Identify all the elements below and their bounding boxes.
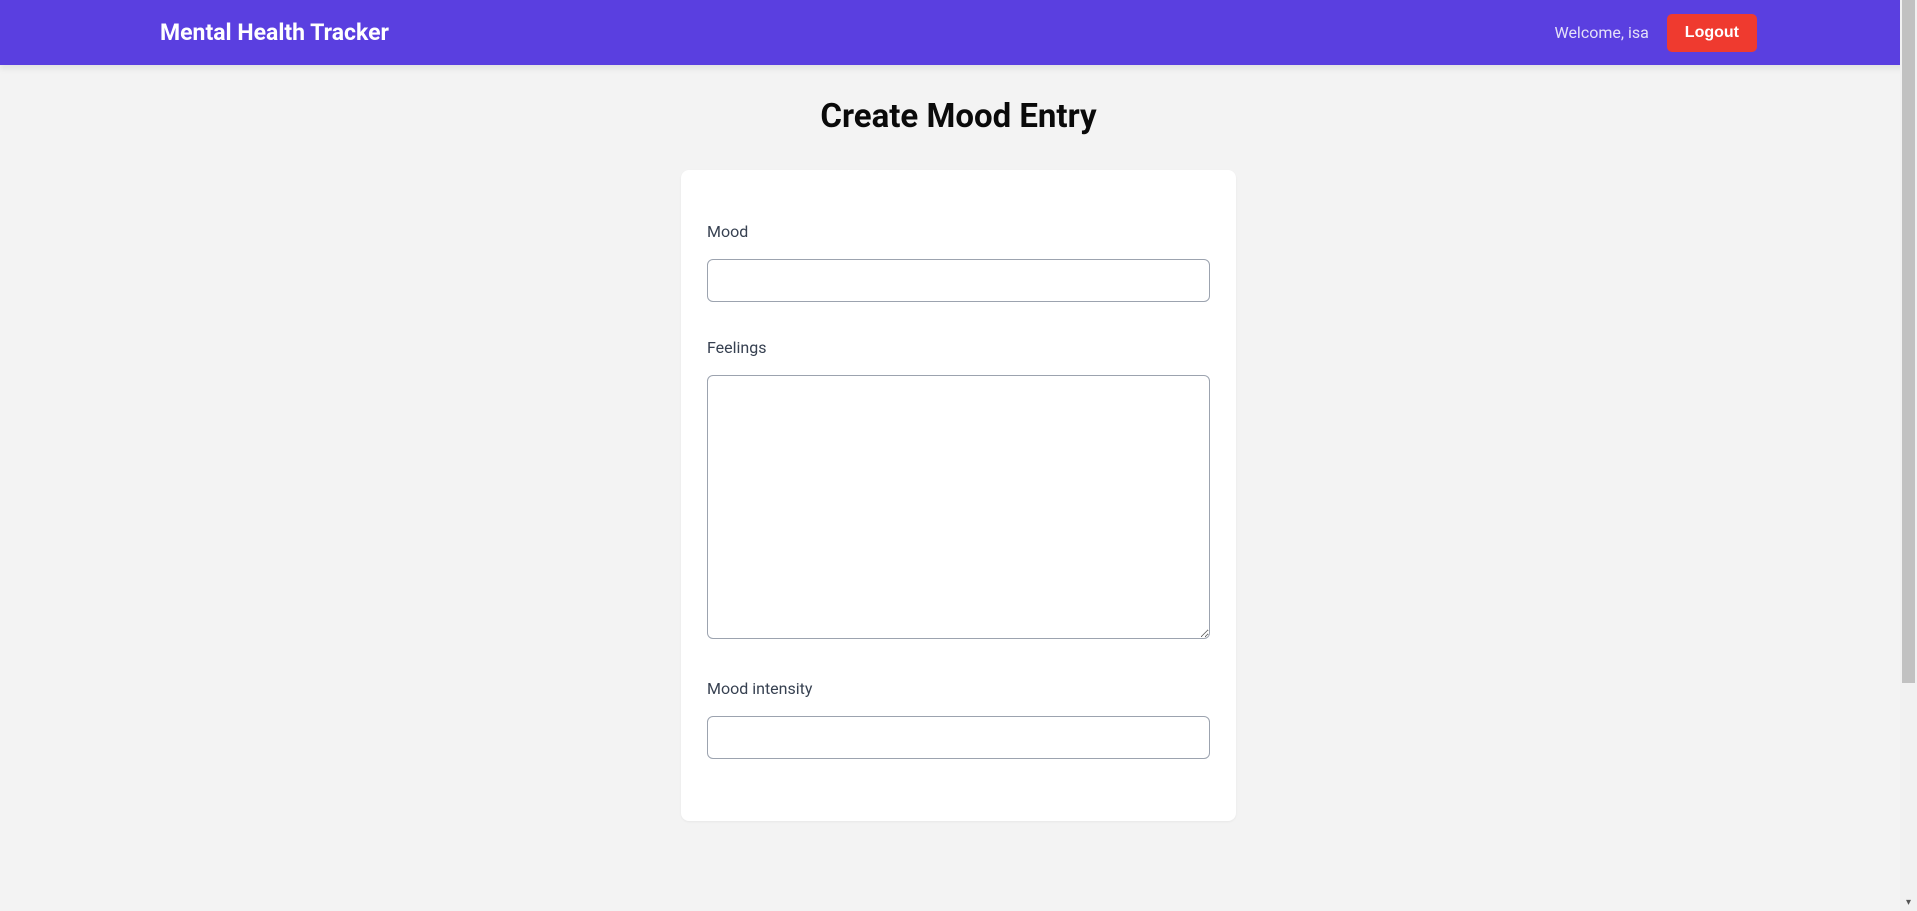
mood-intensity-label: Mood intensity xyxy=(707,679,1210,698)
feelings-group: Feelings xyxy=(707,338,1210,643)
main-container: Create Mood Entry Mood Feelings Mood int… xyxy=(319,97,1599,821)
app-header: Mental Health Tracker Welcome, isa Logou… xyxy=(0,0,1917,65)
welcome-text: Welcome, isa xyxy=(1554,23,1648,42)
mood-label: Mood xyxy=(707,222,1210,241)
form-card: Mood Feelings Mood intensity xyxy=(681,170,1236,821)
header-right: Welcome, isa Logout xyxy=(1554,14,1877,52)
header-left: Mental Health Tracker xyxy=(40,19,389,46)
scrollbar-thumb[interactable] xyxy=(1902,0,1915,683)
mood-intensity-input[interactable] xyxy=(707,716,1210,759)
mood-intensity-group: Mood intensity xyxy=(707,679,1210,759)
app-title-link[interactable]: Mental Health Tracker xyxy=(160,19,389,46)
mood-group: Mood xyxy=(707,222,1210,302)
scrollbar-arrow-down-icon[interactable]: ▾ xyxy=(1900,894,1917,911)
vertical-scrollbar[interactable]: ▴ ▾ xyxy=(1900,0,1917,911)
logout-button[interactable]: Logout xyxy=(1667,14,1757,52)
mood-input[interactable] xyxy=(707,259,1210,302)
feelings-textarea[interactable] xyxy=(707,375,1210,639)
page-title: Create Mood Entry xyxy=(339,97,1579,136)
feelings-label: Feelings xyxy=(707,338,1210,357)
